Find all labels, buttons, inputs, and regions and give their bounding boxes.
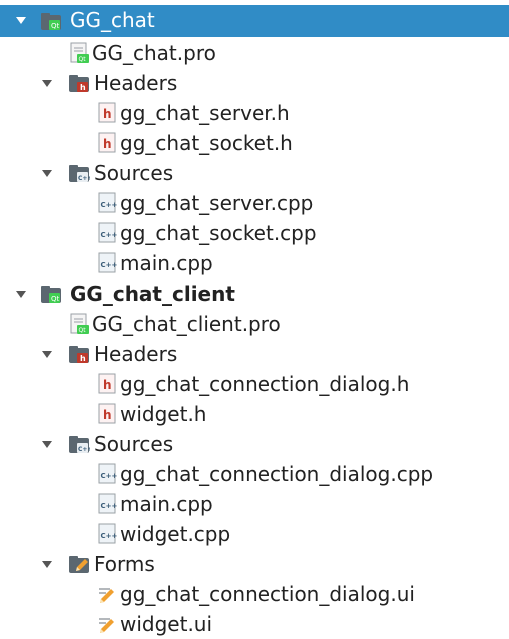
pro-file-label: GG_chat.pro: [92, 41, 216, 65]
expanded-arrow-icon[interactable]: [42, 351, 52, 361]
cpp-file-icon: C++: [96, 463, 118, 485]
header-file-label: widget.h: [120, 402, 207, 426]
forms-folder-icon: [68, 553, 90, 575]
cpp-file-icon: C++: [96, 252, 118, 274]
tree-row-header-file[interactable]: h gg_chat_server.h: [0, 98, 509, 128]
expanded-arrow-icon[interactable]: [42, 170, 52, 180]
svg-text:Qt: Qt: [79, 56, 87, 63]
tree-row-header-file[interactable]: h widget.h: [0, 399, 509, 429]
cpp-file-label: gg_chat_connection_dialog.cpp: [120, 462, 434, 486]
svg-text:C++: C++: [101, 201, 118, 209]
cpp-file-icon: C++: [96, 493, 118, 515]
tree-row-ui-file[interactable]: widget.ui: [0, 609, 509, 639]
header-file-icon: h: [96, 373, 118, 395]
tree-row-headers-folder[interactable]: h Headers: [0, 68, 509, 98]
tree-row-cpp-file[interactable]: C++ main.cpp: [0, 248, 509, 278]
tree-row-cpp-file[interactable]: C++ gg_chat_server.cpp: [0, 188, 509, 218]
svg-text:Qt: Qt: [79, 327, 87, 334]
expanded-arrow-icon[interactable]: [42, 80, 52, 90]
svg-text:h: h: [103, 107, 112, 121]
headers-folder-label: Headers: [94, 342, 178, 366]
cpp-file-label: main.cpp: [120, 251, 213, 275]
cpp-file-label: widget.cpp: [120, 522, 231, 546]
qt-pro-file-icon: Qt: [68, 42, 90, 64]
header-file-icon: h: [96, 102, 118, 124]
svg-text:h: h: [103, 408, 112, 422]
expanded-arrow-icon[interactable]: [16, 291, 26, 301]
header-file-label: gg_chat_server.h: [120, 101, 290, 125]
expanded-arrow-icon[interactable]: [16, 17, 26, 27]
svg-text:Qt: Qt: [51, 22, 60, 30]
ui-file-label: widget.ui: [120, 612, 213, 636]
qt-project-folder-icon: Qt: [40, 10, 62, 32]
svg-text:C++: C++: [101, 231, 118, 239]
forms-folder-label: Forms: [94, 552, 155, 576]
tree-row-pro-file[interactable]: Qt GG_chat_client.pro: [0, 309, 509, 339]
svg-text:C++: C++: [101, 261, 118, 269]
ui-form-file-icon: [96, 613, 118, 635]
header-file-icon: h: [96, 132, 118, 154]
ui-file-label: gg_chat_connection_dialog.ui: [120, 582, 415, 606]
tree-row-pro-file[interactable]: Qt GG_chat.pro: [0, 38, 509, 68]
svg-text:C++: C++: [101, 472, 118, 480]
expanded-arrow-icon[interactable]: [42, 441, 52, 451]
project-name-label: GG_chat: [70, 8, 155, 32]
svg-text:C++: C++: [101, 502, 118, 510]
headers-folder-icon: h: [68, 343, 90, 365]
header-file-icon: h: [96, 403, 118, 425]
tree-row-ui-file[interactable]: gg_chat_connection_dialog.ui: [0, 579, 509, 609]
sources-folder-icon: C++: [68, 433, 90, 455]
project-tree: Qt GG_chat Qt GG_chat.pro h Headers h gg…: [0, 0, 509, 637]
sources-folder-label: Sources: [94, 161, 174, 185]
svg-text:C++: C++: [78, 175, 90, 182]
cpp-file-icon: C++: [96, 523, 118, 545]
tree-row-cpp-file[interactable]: C++ gg_chat_socket.cpp: [0, 218, 509, 248]
svg-text:h: h: [103, 378, 112, 392]
tree-row-cpp-file[interactable]: C++ main.cpp: [0, 489, 509, 519]
tree-row-sources-folder[interactable]: C++ Sources: [0, 429, 509, 459]
header-file-label: gg_chat_socket.h: [120, 131, 293, 155]
headers-folder-icon: h: [68, 72, 90, 94]
svg-text:h: h: [103, 137, 112, 151]
headers-folder-label: Headers: [94, 71, 178, 95]
cpp-file-icon: C++: [96, 222, 118, 244]
qt-project-folder-icon: Qt: [40, 283, 62, 305]
cpp-file-label: gg_chat_socket.cpp: [120, 221, 317, 245]
svg-text:h: h: [80, 354, 86, 363]
pro-file-label: GG_chat_client.pro: [92, 312, 281, 336]
svg-text:C++: C++: [78, 446, 90, 453]
sources-folder-icon: C++: [68, 162, 90, 184]
tree-row-project-gg-chat[interactable]: Qt GG_chat: [0, 5, 509, 37]
svg-text:C++: C++: [101, 532, 118, 540]
ui-form-file-icon: [96, 583, 118, 605]
tree-row-project-gg-chat-client[interactable]: Qt GG_chat_client: [0, 279, 509, 309]
header-file-label: gg_chat_connection_dialog.h: [120, 372, 410, 396]
cpp-file-icon: C++: [96, 192, 118, 214]
sources-folder-label: Sources: [94, 432, 174, 456]
tree-row-cpp-file[interactable]: C++ widget.cpp: [0, 519, 509, 549]
tree-row-header-file[interactable]: h gg_chat_socket.h: [0, 128, 509, 158]
tree-row-header-file[interactable]: h gg_chat_connection_dialog.h: [0, 369, 509, 399]
cpp-file-label: gg_chat_server.cpp: [120, 191, 314, 215]
qt-pro-file-icon: Qt: [68, 313, 90, 335]
tree-row-sources-folder[interactable]: C++ Sources: [0, 158, 509, 188]
tree-row-forms-folder[interactable]: Forms: [0, 549, 509, 579]
svg-text:h: h: [80, 83, 86, 92]
svg-text:Qt: Qt: [51, 295, 60, 303]
tree-row-headers-folder[interactable]: h Headers: [0, 339, 509, 369]
cpp-file-label: main.cpp: [120, 492, 213, 516]
tree-row-cpp-file[interactable]: C++ gg_chat_connection_dialog.cpp: [0, 459, 509, 489]
project-name-label: GG_chat_client: [70, 282, 235, 306]
expanded-arrow-icon[interactable]: [42, 561, 52, 571]
